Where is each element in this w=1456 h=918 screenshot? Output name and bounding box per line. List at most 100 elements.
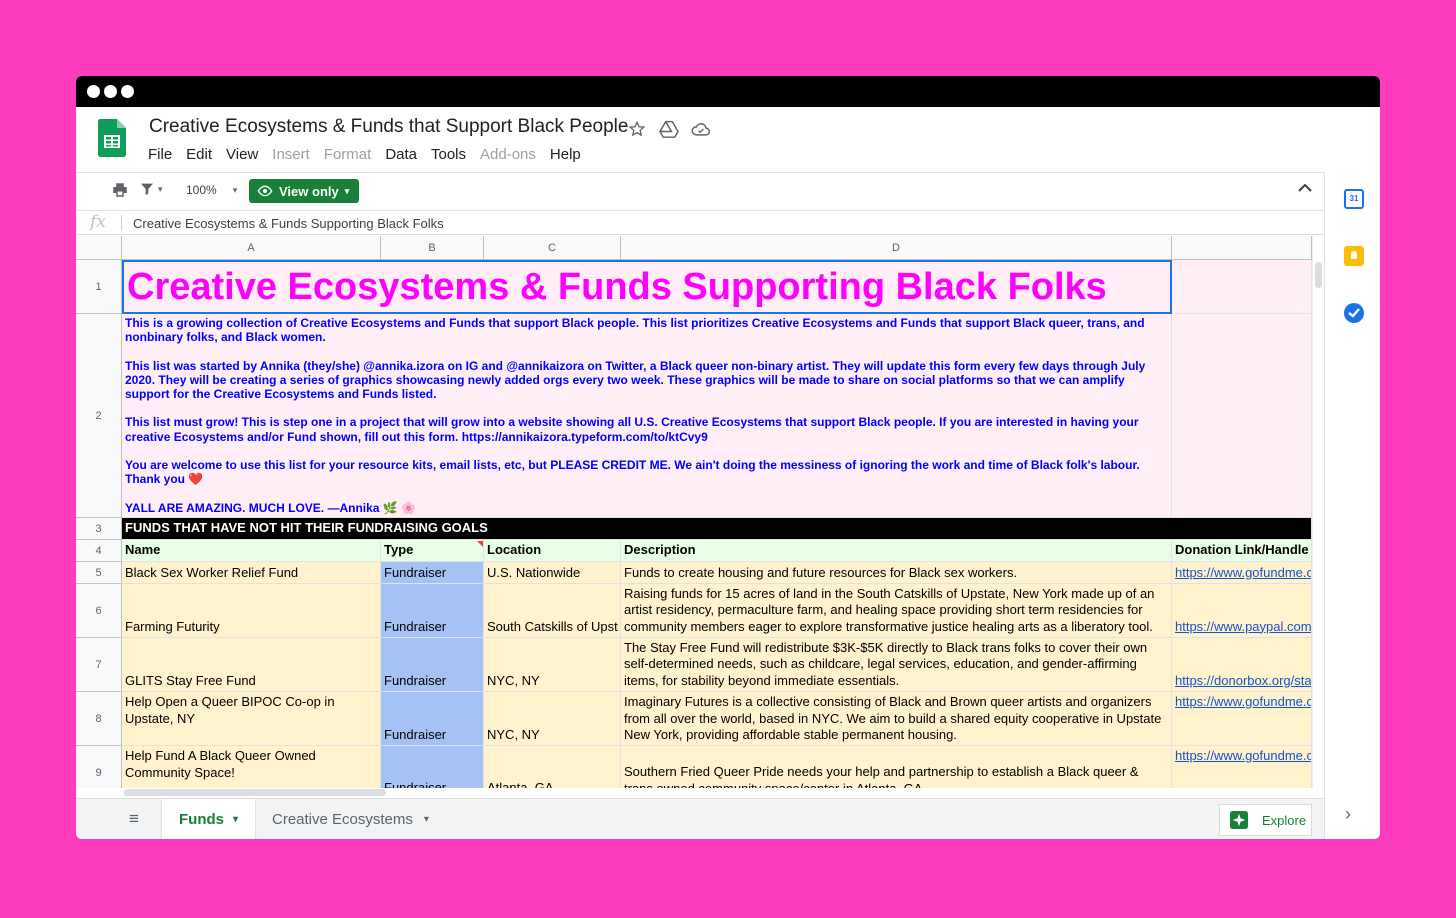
all-sheets-icon[interactable]: ≡: [124, 799, 144, 839]
title-empty-cell[interactable]: [1172, 260, 1312, 314]
fx-icon: fx: [90, 212, 106, 232]
fund-3-type-cell[interactable]: Fundraiser: [381, 638, 484, 692]
fund-5-description-cell[interactable]: Southern Fried Queer Pride needs your he…: [621, 746, 1172, 788]
comment-marker-icon[interactable]: [477, 541, 483, 547]
column-header-b[interactable]: B: [381, 236, 484, 260]
fund-2-type-cell[interactable]: Fundraiser: [381, 584, 484, 638]
row-header-2[interactable]: 2: [76, 314, 122, 518]
collapse-menu-icon[interactable]: [1298, 183, 1312, 193]
fund-4-link-cell[interactable]: https://www.gofundme.c y?utm_source=cust…: [1172, 692, 1312, 746]
fund-1-link-cell[interactable]: https://www.gofundme.c: [1172, 562, 1312, 584]
keep-icon[interactable]: [1344, 246, 1364, 266]
header-donation-cell[interactable]: Donation Link/Handle: [1172, 540, 1312, 562]
select-all-corner[interactable]: [76, 236, 122, 260]
fund-2-link[interactable]: https://www.paypal.com: [1175, 619, 1311, 636]
fund-4-description-cell[interactable]: Imaginary Futures is a collective consis…: [621, 692, 1172, 746]
header-type-cell[interactable]: Type: [381, 540, 484, 562]
row-header-5[interactable]: 5: [76, 562, 122, 584]
intro-paragraph-4: You are welcome to use this list for you…: [125, 458, 1140, 487]
row-header-7[interactable]: 7: [76, 638, 122, 692]
header-description-cell[interactable]: Description: [621, 540, 1172, 562]
zoom-select[interactable]: 100% ▾: [186, 183, 237, 197]
tab-creative-ecosystems-dropdown-icon[interactable]: ▾: [424, 814, 429, 825]
row-header-9[interactable]: 9: [76, 746, 122, 788]
tab-creative-ecosystems[interactable]: Creative Ecosystems ▾: [256, 799, 453, 839]
formula-value[interactable]: Creative Ecosystems & Funds Supporting B…: [133, 216, 444, 231]
menu-tools[interactable]: Tools: [431, 146, 466, 163]
fund-4-link[interactable]: https://www.gofundme.c y?utm_source=cust…: [1175, 694, 1311, 709]
column-header-e[interactable]: [1172, 236, 1312, 260]
view-only-dropdown-icon: ▾: [344, 185, 350, 196]
intro-cell[interactable]: This is a growing collection of Creative…: [122, 314, 1172, 518]
tasks-icon[interactable]: [1344, 303, 1364, 323]
vertical-scroll-thumb[interactable]: [1315, 262, 1322, 288]
window-dot-minimize[interactable]: [104, 85, 117, 98]
window-dot-zoom[interactable]: [121, 85, 134, 98]
menu-help[interactable]: Help: [550, 146, 581, 163]
tab-funds[interactable]: Funds ▾: [162, 799, 255, 839]
menu-file[interactable]: File: [148, 146, 172, 163]
window-titlebar: [76, 76, 1380, 107]
fund-1-location: U.S. Nationwide: [487, 564, 581, 580]
fund-1-link[interactable]: https://www.gofundme.c: [1175, 565, 1311, 582]
print-icon[interactable]: [111, 181, 129, 199]
fund-3-name-cell[interactable]: GLITS Stay Free Fund: [122, 638, 381, 692]
fund-5-name-cell[interactable]: Help Fund A Black Queer Owned Community …: [122, 746, 381, 788]
sheet-title-cell[interactable]: Creative Ecosystems & Funds Supporting B…: [122, 260, 1172, 314]
fund-5-type-cell[interactable]: Fundraiser: [381, 746, 484, 788]
fund-1-name-cell[interactable]: Black Sex Worker Relief Fund: [122, 562, 381, 584]
vertical-scrollbar[interactable]: [1312, 236, 1324, 788]
fund-2-description-cell[interactable]: Raising funds for 15 acres of land in th…: [621, 584, 1172, 638]
column-header-a[interactable]: A: [122, 236, 381, 260]
row-header-3[interactable]: 3: [76, 518, 122, 540]
header-name-cell[interactable]: Name: [122, 540, 381, 562]
move-to-drive-icon[interactable]: [658, 118, 680, 140]
view-only-button[interactable]: View only ▾: [249, 179, 359, 203]
fund-1-description-cell[interactable]: Funds to create housing and future resou…: [621, 562, 1172, 584]
calendar-icon[interactable]: 31: [1344, 189, 1364, 209]
menu-data[interactable]: Data: [385, 146, 417, 163]
fund-4-location-cell[interactable]: NYC, NY: [484, 692, 621, 746]
filter-icon[interactable]: ▾: [139, 181, 163, 197]
intro-empty-cell[interactable]: [1172, 314, 1312, 518]
fund-2-location-cell[interactable]: South Catskills of Upst: [484, 584, 621, 638]
fund-4-name-cell[interactable]: Help Open a Queer BIPOC Co-op in Upstate…: [122, 692, 381, 746]
fund-3-link[interactable]: https://donorbox.org/sta: [1175, 673, 1311, 690]
fund-1-location-cell[interactable]: U.S. Nationwide: [484, 562, 621, 584]
fund-4-type-cell[interactable]: Fundraiser: [381, 692, 484, 746]
section-header-cell[interactable]: FUNDS THAT HAVE NOT HIT THEIR FUNDRAISIN…: [122, 518, 1312, 540]
fund-2-name-cell[interactable]: Farming Futurity: [122, 584, 381, 638]
tab-funds-dropdown-icon[interactable]: ▾: [233, 814, 238, 825]
toolbar: ▾ 100% ▾ View only ▾: [76, 172, 1324, 210]
fund-4-type: Fundraiser: [384, 726, 447, 742]
menu-view[interactable]: View: [226, 146, 258, 163]
spreadsheet-grid[interactable]: A B C D 1 2 3 4 5 6 7 8 9 Creative Ecosy…: [76, 236, 1312, 788]
fund-5-location-cell[interactable]: Atlanta, GA: [484, 746, 621, 788]
filter-dropdown-icon[interactable]: ▾: [158, 184, 163, 195]
fund-1-type-cell[interactable]: Fundraiser: [381, 562, 484, 584]
explore-button[interactable]: Explore: [1219, 804, 1312, 836]
document-title[interactable]: Creative Ecosystems & Funds that Support…: [149, 116, 628, 138]
fund-5-link[interactable]: https://www.gofundme.c space?utm_source=…: [1175, 748, 1311, 763]
header-location-cell[interactable]: Location: [484, 540, 621, 562]
row-header-8[interactable]: 8: [76, 692, 122, 746]
sheets-logo-icon[interactable]: [98, 119, 126, 157]
row-header-4[interactable]: 4: [76, 540, 122, 562]
column-header-c[interactable]: C: [484, 236, 621, 260]
window-dot-close[interactable]: [87, 85, 100, 98]
row-header-6[interactable]: 6: [76, 584, 122, 638]
fund-3-link-cell[interactable]: https://donorbox.org/sta: [1172, 638, 1312, 692]
star-icon[interactable]: [626, 118, 648, 140]
horizontal-scroll-thumb[interactable]: [124, 789, 386, 796]
row-header-1[interactable]: 1: [76, 260, 122, 314]
fund-4-location: NYC, NY: [487, 726, 540, 742]
cloud-status-icon[interactable]: [690, 118, 712, 140]
horizontal-scrollbar[interactable]: [122, 788, 1312, 798]
fund-5-link-cell[interactable]: https://www.gofundme.c space?utm_source=…: [1172, 746, 1312, 788]
fund-3-description-cell[interactable]: The Stay Free Fund will redistribute $3K…: [621, 638, 1172, 692]
column-header-d[interactable]: D: [621, 236, 1172, 260]
menu-edit[interactable]: Edit: [186, 146, 212, 163]
fund-3-location-cell[interactable]: NYC, NY: [484, 638, 621, 692]
fund-2-link-cell[interactable]: https://www.paypal.com: [1172, 584, 1312, 638]
expand-panel-icon[interactable]: ›: [1345, 804, 1351, 825]
